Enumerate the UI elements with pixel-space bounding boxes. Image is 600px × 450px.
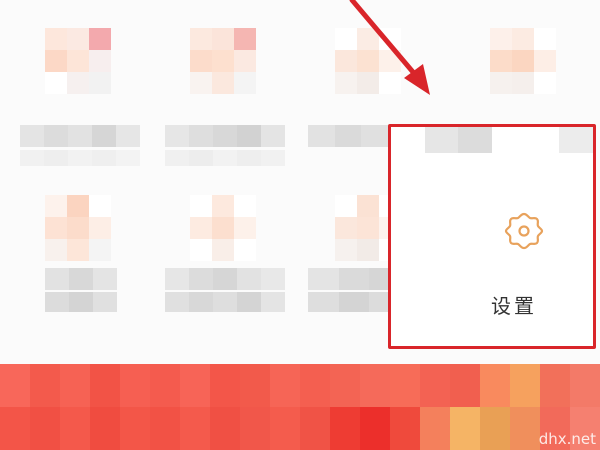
watermark: dhx.net (538, 430, 596, 448)
app-screen: 设置 dhx.net (0, 0, 600, 450)
promo-banner[interactable] (0, 364, 600, 450)
